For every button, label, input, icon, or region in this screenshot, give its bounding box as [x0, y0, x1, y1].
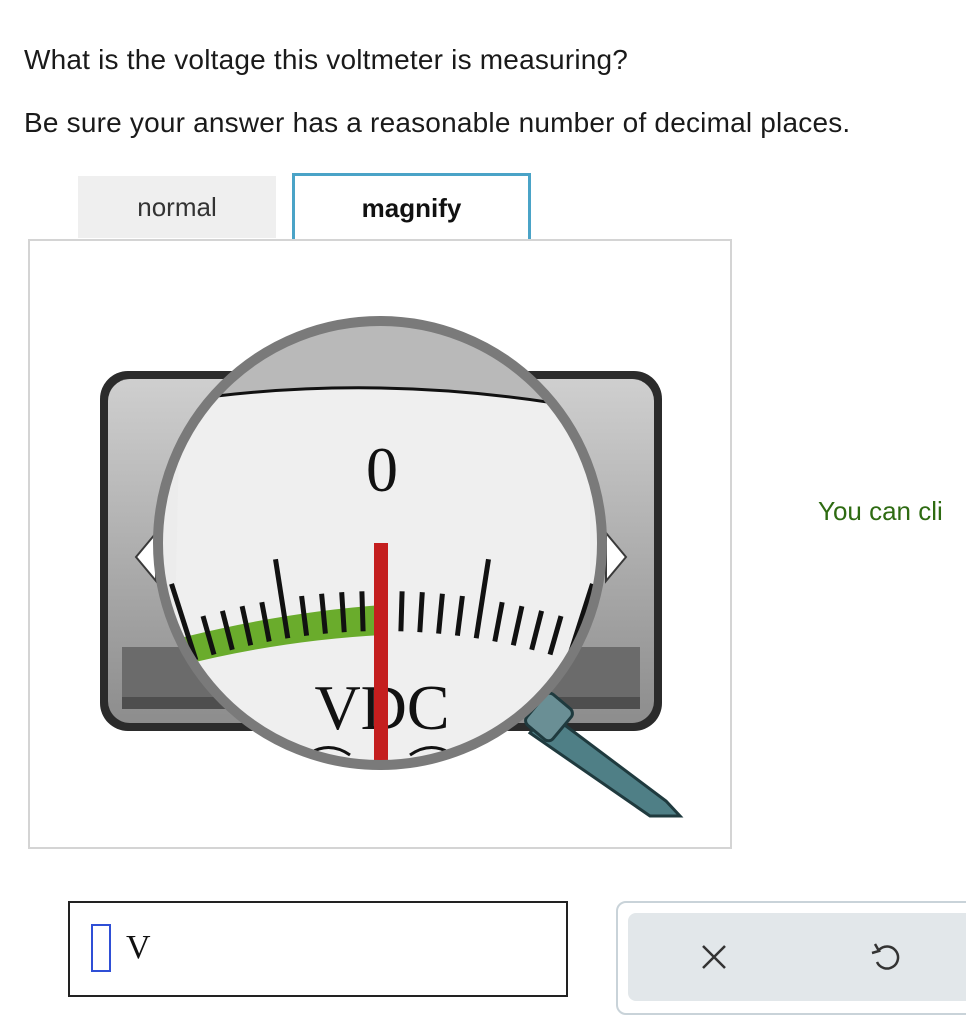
- x-icon: [702, 945, 726, 969]
- magnifier-lens: 0 VDC: [153, 316, 607, 770]
- minor-tick: [339, 592, 347, 633]
- meter-panel: 0 VDC: [28, 239, 732, 849]
- undo-button[interactable]: [858, 929, 914, 985]
- tab-normal[interactable]: normal: [78, 176, 276, 238]
- answer-unit: V: [126, 929, 151, 966]
- tab-magnify[interactable]: magnify: [292, 173, 531, 244]
- answer-input[interactable]: V: [68, 901, 568, 997]
- voltmeter-illustration: 0 VDC: [100, 316, 684, 818]
- answer-field[interactable]: [91, 924, 111, 972]
- undo-icon: [871, 943, 900, 970]
- answer-tools-bar: [628, 913, 966, 1001]
- instruction-text: Be sure your answer has a reasonable num…: [24, 107, 851, 138]
- question-text: What is the voltage this voltmeter is me…: [24, 44, 629, 75]
- minor-tick: [359, 591, 366, 632]
- zero-label: 0: [366, 434, 398, 505]
- clear-button[interactable]: [686, 929, 742, 985]
- minor-tick: [417, 592, 425, 633]
- hint-text: You can cli: [818, 496, 943, 526]
- minor-tick: [398, 591, 405, 632]
